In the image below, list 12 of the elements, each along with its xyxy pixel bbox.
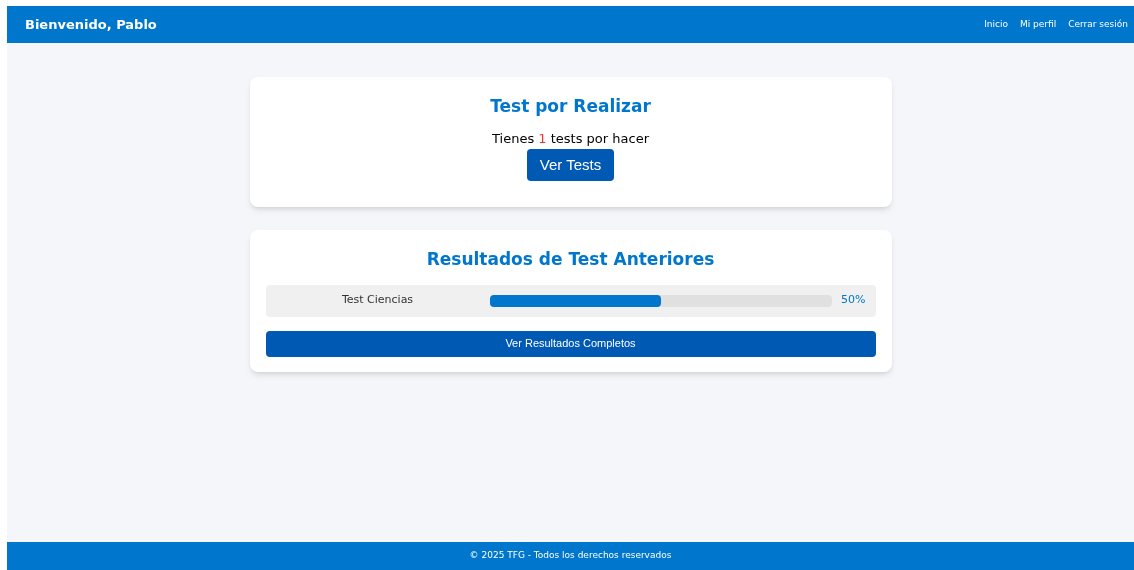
card-title: Test por Realizar: [490, 95, 651, 118]
copyright-text: © 2025 TFG - Todos los derechos reservados: [469, 549, 672, 563]
test-name: Test Ciencias: [340, 292, 415, 309]
view-tests-button[interactable]: Ver Tests: [526, 149, 615, 181]
progress-percent: 50%: [840, 292, 866, 309]
welcome-title: Bienvenido, Pablo: [25, 15, 157, 34]
nav-link[interactable]: Inicio: [984, 17, 1008, 32]
nav-link[interactable]: Cerrar sesión: [1068, 17, 1128, 32]
pending-message: Tienes 1 tests por hacer: [492, 129, 649, 148]
view-results-button[interactable]: Ver Resultados Completos: [265, 330, 876, 357]
card-title: Resultados de Test Anteriores: [426, 248, 715, 271]
nav-link[interactable]: Mi perfil: [1020, 17, 1057, 32]
